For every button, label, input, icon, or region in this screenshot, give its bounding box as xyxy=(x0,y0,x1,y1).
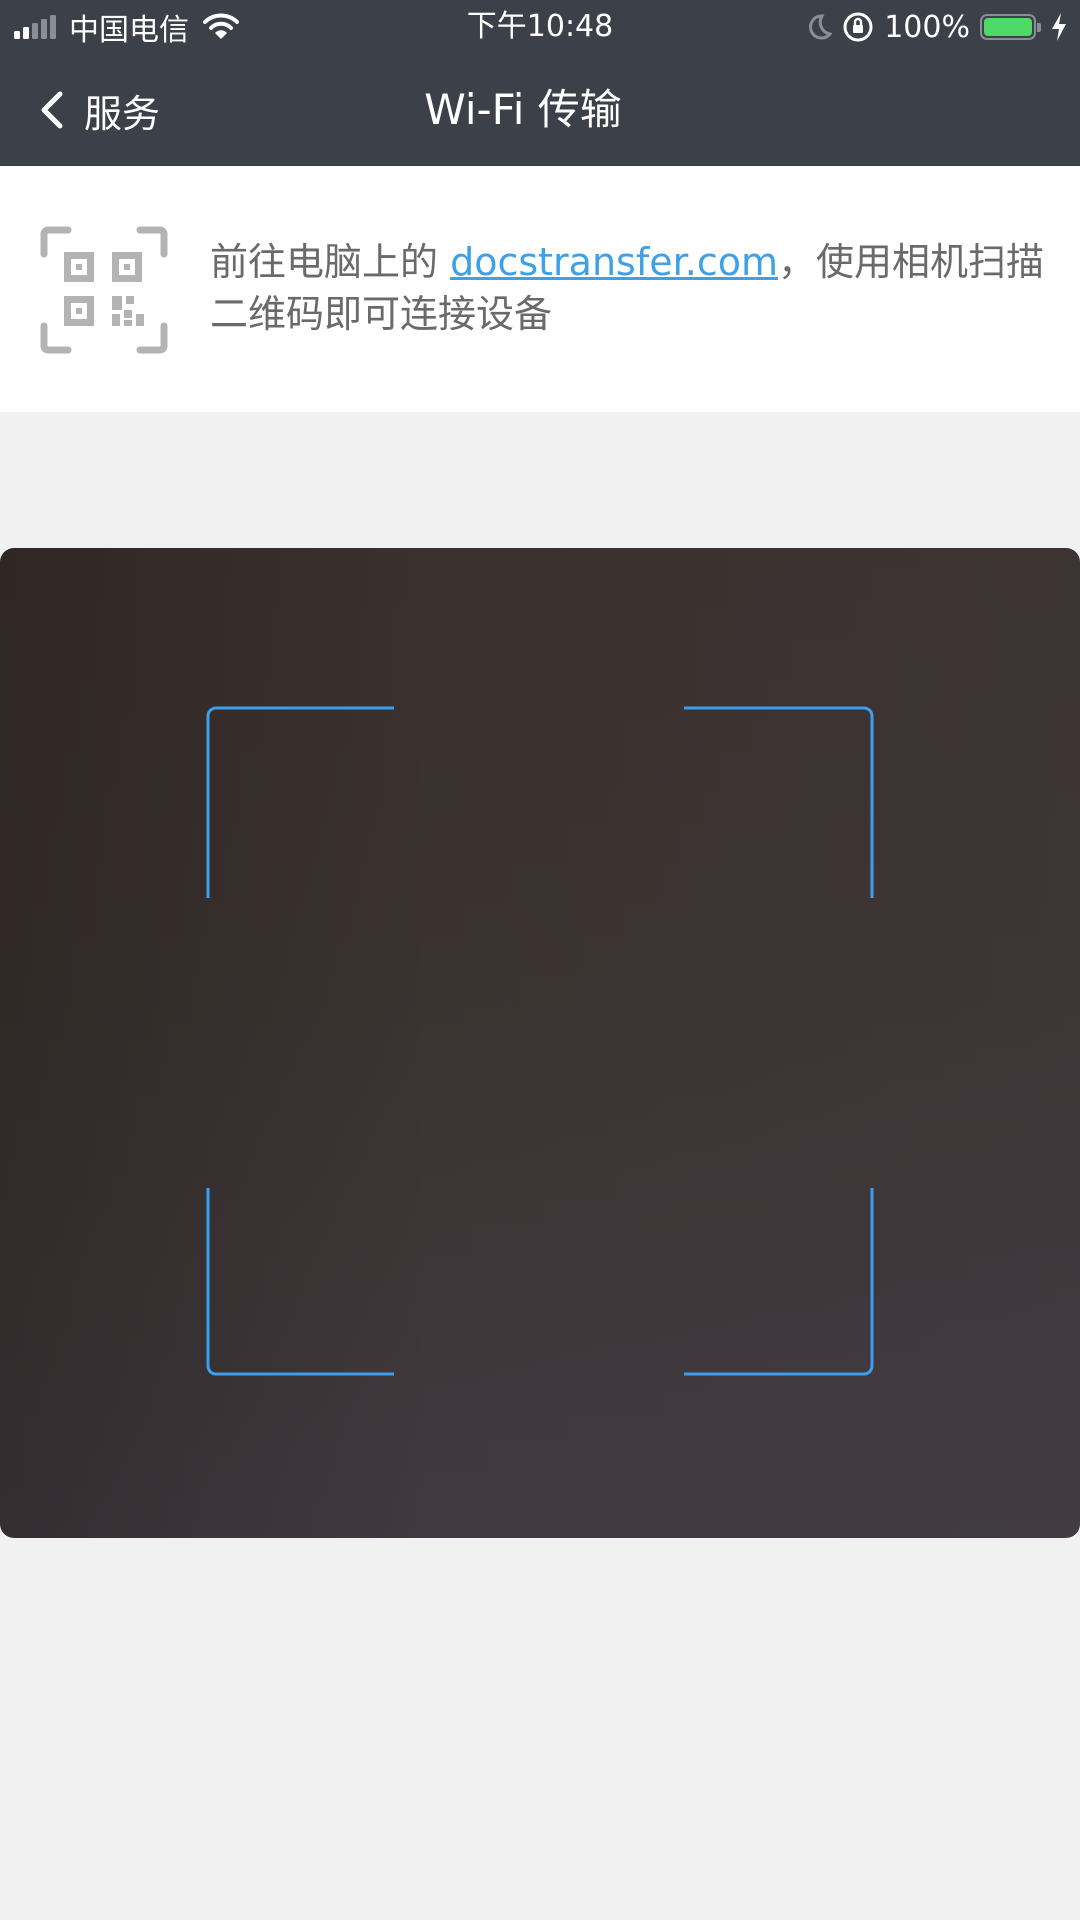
docstransfer-link[interactable]: docstransfer.com xyxy=(450,240,778,284)
header: 中国电信 下午10:48 100% 服务 Wi-Fi 传输 xyxy=(0,0,1080,166)
charging-icon xyxy=(1052,13,1066,41)
scan-frame-corner-bottom-left xyxy=(206,1188,394,1376)
status-right: 100% xyxy=(796,8,1068,46)
info-prefix: 前往电脑上的 xyxy=(210,240,451,284)
battery-level-fill xyxy=(984,18,1032,36)
scan-frame-corner-bottom-right xyxy=(684,1188,874,1376)
camera-scanner-view xyxy=(0,548,1080,1538)
status-bar: 中国电信 下午10:48 100% xyxy=(0,0,1080,54)
battery-icon xyxy=(980,14,1041,40)
qr-code-icon xyxy=(40,226,168,354)
moon-icon xyxy=(809,14,833,40)
battery-percent: 100% xyxy=(884,9,970,45)
orientation-lock-icon xyxy=(843,12,873,42)
info-text: 前往电脑上的 docstransfer.com，使用相机扫描二维码即可连接设备 xyxy=(210,236,1070,340)
scan-frame xyxy=(206,706,874,1376)
info-card: 前往电脑上的 docstransfer.com，使用相机扫描二维码即可连接设备 xyxy=(0,166,1080,412)
scan-frame-corner-top-right xyxy=(684,706,874,898)
scan-frame-corner-top-left xyxy=(206,706,394,898)
nav-bar: 服务 Wi-Fi 传输 xyxy=(0,54,1080,166)
page-title: Wi-Fi 传输 xyxy=(424,85,622,134)
